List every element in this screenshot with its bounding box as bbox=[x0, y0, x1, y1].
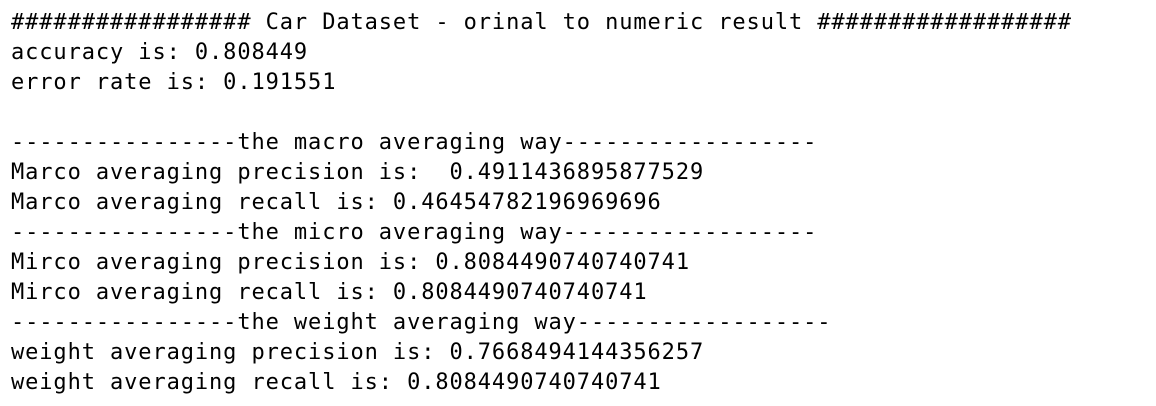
weight-section-divider: ----------------the weight averaging way… bbox=[11, 310, 832, 335]
weight-precision-line: weight averaging precision is: 0.7668494… bbox=[11, 340, 705, 365]
accuracy-line: accuracy is: 0.808449 bbox=[11, 40, 309, 65]
result-header-line: ################# Car Dataset - orinal t… bbox=[11, 10, 1072, 35]
macro-section-divider: ----------------the macro averaging way-… bbox=[11, 130, 818, 155]
macro-recall-line: Marco averaging recall is: 0.46454782196… bbox=[11, 190, 662, 215]
error-rate-line: error rate is: 0.191551 bbox=[11, 70, 337, 95]
macro-precision-line: Marco averaging precision is: 0.49114368… bbox=[11, 160, 705, 185]
console-output: ################# Car Dataset - orinal t… bbox=[0, 0, 1156, 406]
micro-precision-line: Mirco averaging precision is: 0.80844907… bbox=[11, 250, 690, 275]
micro-recall-line: Mirco averaging recall is: 0.80844907407… bbox=[11, 280, 648, 305]
weight-recall-line: weight averaging recall is: 0.8084490740… bbox=[11, 370, 662, 395]
micro-section-divider: ----------------the micro averaging way-… bbox=[11, 220, 818, 245]
